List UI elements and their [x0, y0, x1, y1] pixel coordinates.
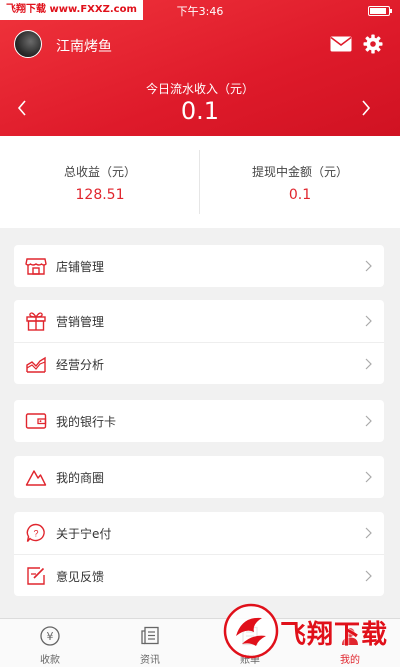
menu-item-business-circle-label: 我的商圈 — [56, 471, 105, 485]
edit-note-icon — [27, 567, 45, 585]
chevron-right-icon — [365, 471, 372, 483]
gear-icon[interactable] — [363, 34, 383, 54]
card-marketing: 营销管理 经营分析 — [14, 300, 384, 384]
chart-icon — [26, 356, 46, 373]
chevron-right-icon — [365, 415, 372, 427]
header: 飞翔下载 www.FXXZ.com 下午3:46 江南烤鱼 今日流水收入（元） … — [0, 0, 400, 136]
menu-item-marketing-label: 营销管理 — [56, 315, 105, 329]
card-help: ? 关于宁e付 意见反馈 — [14, 512, 384, 596]
news-icon — [141, 626, 159, 645]
gift-icon — [26, 312, 46, 331]
yuan-coin-icon: ¥ — [40, 626, 60, 646]
mountain-icon — [25, 470, 47, 486]
menu-item-feedback-label: 意见反馈 — [56, 570, 105, 584]
withdrawing-amount-value: 0.1 — [288, 187, 312, 203]
menu-item-analysis-label: 经营分析 — [56, 358, 105, 372]
withdrawing-amount[interactable]: 提现中金额（元） 0.1 — [200, 136, 400, 228]
menu-item-feedback[interactable]: 意见反馈 — [14, 554, 384, 596]
menu-item-store[interactable]: 店铺管理 — [14, 245, 384, 287]
chevron-right-icon — [365, 570, 372, 582]
tab-collect[interactable]: ¥ 收款 — [0, 619, 100, 667]
shop-name: 江南烤鱼 — [56, 39, 112, 55]
card-bank: 我的银行卡 — [14, 400, 384, 442]
card-business-circle: 我的商圈 — [14, 456, 384, 498]
watermark-bottom: 飞翔下载 — [222, 602, 396, 664]
tab-news-label: 资讯 — [140, 655, 160, 666]
menu-item-business-circle[interactable]: 我的商圈 — [14, 456, 384, 498]
svg-text:¥: ¥ — [47, 630, 54, 643]
store-icon — [25, 258, 47, 275]
chevron-right-icon — [365, 260, 372, 272]
menu-item-store-label: 店铺管理 — [56, 260, 105, 274]
total-earnings-label: 总收益（元） — [63, 165, 136, 179]
next-day-arrow-icon[interactable] — [358, 96, 374, 120]
menu-item-bank-card-label: 我的银行卡 — [56, 415, 117, 429]
svg-text:?: ? — [33, 529, 38, 539]
menu-item-analysis[interactable]: 经营分析 — [14, 342, 384, 384]
status-bar: 飞翔下载 www.FXXZ.com 下午3:46 — [0, 0, 400, 20]
chevron-right-icon — [365, 358, 372, 370]
menu-item-about[interactable]: ? 关于宁e付 — [14, 512, 384, 554]
card-store: 店铺管理 — [14, 245, 384, 287]
total-earnings[interactable]: 总收益（元） 128.51 — [0, 136, 200, 228]
withdrawing-amount-label: 提现中金额（元） — [251, 165, 348, 179]
total-earnings-value: 128.51 — [75, 187, 125, 203]
today-income-value: 0.1 — [180, 97, 220, 125]
today-income-label: 今日流水收入（元） — [145, 82, 254, 96]
menu-item-about-label: 关于宁e付 — [56, 527, 112, 541]
watermark-logo-icon — [223, 603, 279, 659]
battery-icon — [368, 6, 392, 16]
chevron-right-icon — [365, 315, 372, 327]
menu-item-marketing[interactable]: 营销管理 — [14, 300, 384, 342]
mail-icon[interactable] — [330, 36, 352, 52]
tab-news[interactable]: 资讯 — [100, 619, 200, 667]
stats-panel: 总收益（元） 128.51 提现中金额（元） 0.1 — [0, 136, 400, 228]
bank-card-icon — [25, 413, 47, 429]
menu-item-bank-card[interactable]: 我的银行卡 — [14, 400, 384, 442]
chevron-right-icon — [365, 527, 372, 539]
question-bubble-icon: ? — [26, 523, 45, 542]
status-time: 下午3:46 — [176, 5, 224, 18]
avatar[interactable] — [14, 30, 42, 58]
watermark-brand: 飞翔下载 — [280, 620, 389, 650]
tab-collect-label: 收款 — [40, 655, 60, 666]
